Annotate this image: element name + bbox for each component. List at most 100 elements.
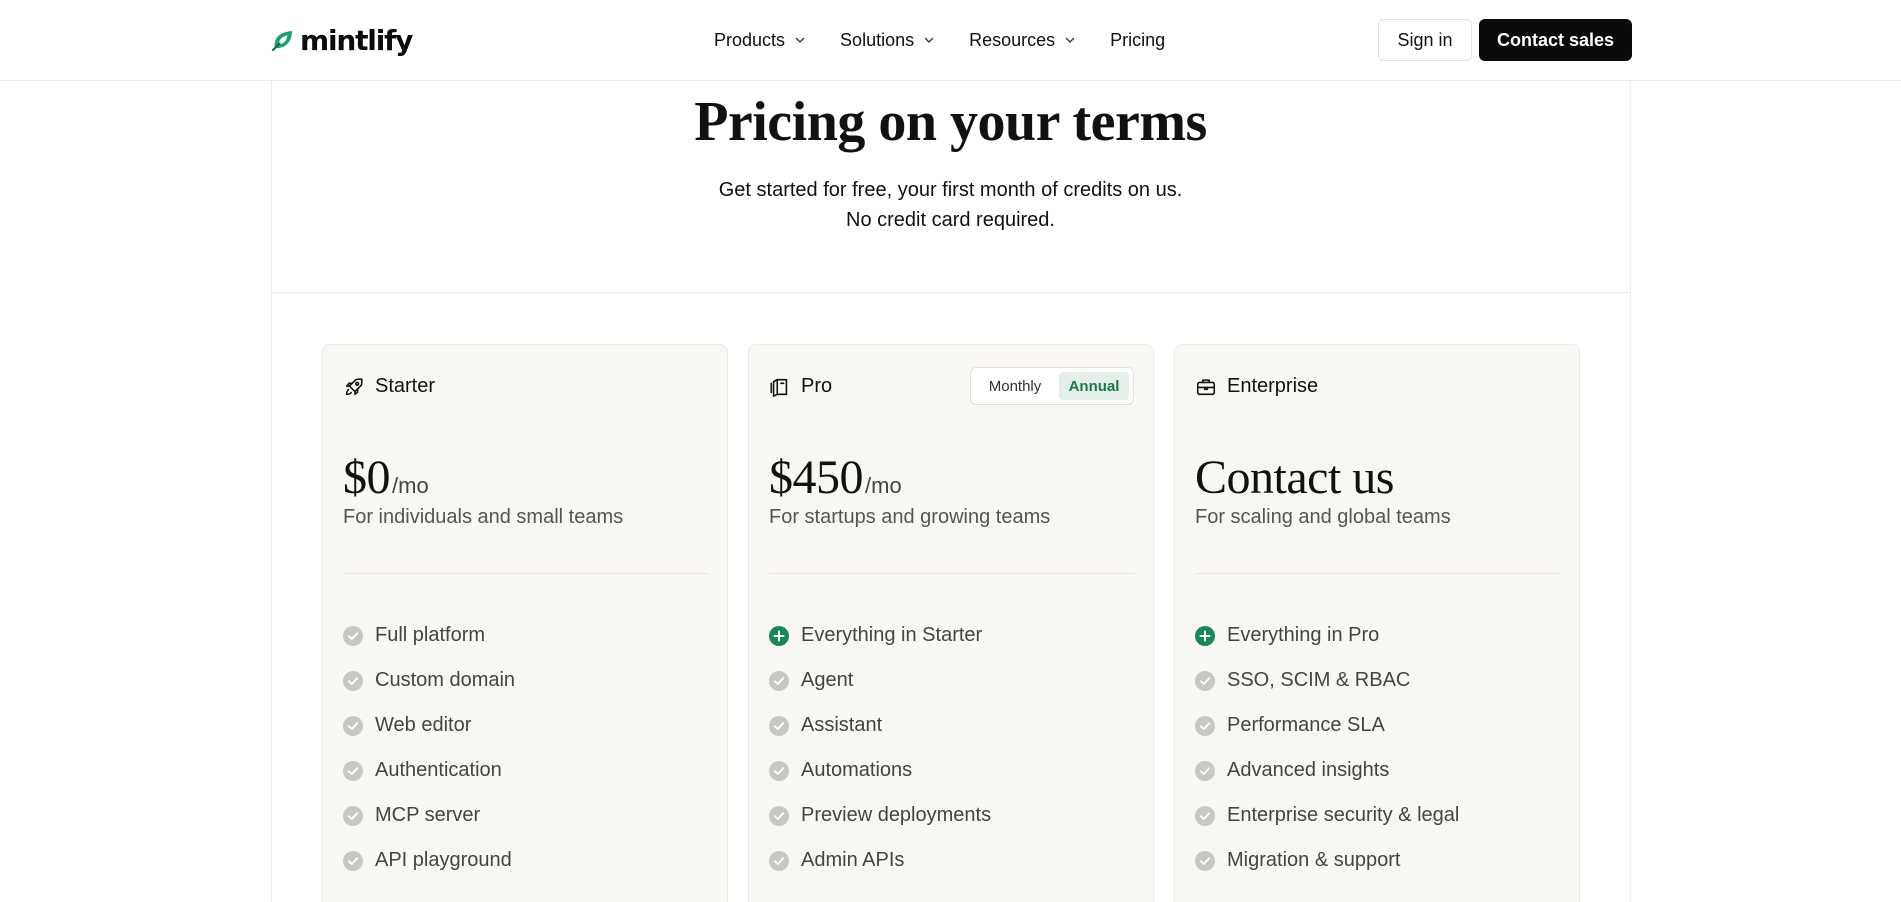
contact-sales-button[interactable]: Contact sales xyxy=(1479,19,1632,61)
feature-text: MCP server xyxy=(375,804,481,826)
chevron-down-icon xyxy=(795,37,805,43)
card-divider xyxy=(343,573,709,574)
billing-monthly-option[interactable]: Monthly xyxy=(975,372,1055,400)
price-amount: Contact us xyxy=(1195,451,1394,504)
feature-item: API playground xyxy=(343,838,515,883)
feature-item: Advanced insights xyxy=(1195,748,1459,793)
check-icon xyxy=(343,850,363,871)
billing-annual-option[interactable]: Annual xyxy=(1059,372,1129,400)
nav-pricing-label: Pricing xyxy=(1110,29,1166,50)
check-icon xyxy=(1195,805,1215,826)
feature-item: Full platform xyxy=(343,613,515,658)
mintlify-logo[interactable]: mintlify xyxy=(270,22,413,58)
feature-item: MCP server xyxy=(343,793,515,838)
plan-price: Contact us xyxy=(1195,450,1396,505)
nav-solutions-label: Solutions xyxy=(840,29,915,50)
feature-item: Migration & support xyxy=(1195,838,1459,883)
plan-header: Starter xyxy=(343,375,435,398)
feature-text: Performance SLA xyxy=(1227,714,1385,736)
briefcase-icon xyxy=(1196,378,1216,395)
feature-text: Custom domain xyxy=(375,669,516,691)
check-icon xyxy=(343,670,363,691)
feature-item: SSO, SCIM & RBAC xyxy=(1195,658,1459,703)
plan-header: Pro xyxy=(769,375,832,398)
check-icon xyxy=(1195,670,1215,691)
nav-products[interactable]: Products xyxy=(714,30,806,51)
mintlify-leaf-icon xyxy=(271,31,292,52)
nav-pricing[interactable]: Pricing xyxy=(1110,30,1165,51)
price-unit: /mo xyxy=(392,473,429,498)
book-icon xyxy=(770,378,788,397)
feature-text: Everything in Starter xyxy=(801,624,983,646)
feature-text: Full platform xyxy=(375,624,486,646)
page-title: Pricing on your terms xyxy=(694,91,1207,153)
check-icon xyxy=(343,625,363,646)
card-divider xyxy=(1195,573,1561,574)
sign-in-button[interactable]: Sign in xyxy=(1378,19,1472,61)
feature-text: Preview deployments xyxy=(801,804,992,826)
check-icon xyxy=(343,760,363,781)
feature-text: Assistant xyxy=(801,714,883,736)
check-icon xyxy=(769,670,789,691)
check-icon xyxy=(343,805,363,826)
check-icon xyxy=(769,805,789,826)
feature-item: Everything in Pro xyxy=(1195,613,1459,658)
feature-text: API playground xyxy=(375,849,512,871)
rocket-icon xyxy=(345,377,363,395)
feature-item: Agent xyxy=(769,658,991,703)
plan-description: For startups and growing teams xyxy=(769,506,1051,528)
feature-text: Authentication xyxy=(375,759,502,781)
plan-price: $0 /mo xyxy=(343,450,429,505)
price-amount: $0 xyxy=(343,451,391,504)
billing-toggle: Monthly Annual xyxy=(970,367,1134,405)
subtitle-line-1: Get started for free, your first month o… xyxy=(718,179,1183,201)
nav-resources-label: Resources xyxy=(969,29,1056,50)
plan-card-starter: Starter $0 /mo For individuals and small… xyxy=(322,344,728,902)
nav-solutions[interactable]: Solutions xyxy=(840,30,935,51)
plan-description: For individuals and small teams xyxy=(343,506,624,528)
plus-icon xyxy=(769,625,789,646)
main-nav: Products Solutions Resources Pricing xyxy=(714,26,1165,54)
feature-item: Admin APIs xyxy=(769,838,991,883)
subtitle-line-2: No credit card required. xyxy=(846,209,1055,231)
feature-item: Custom domain xyxy=(343,658,515,703)
feature-text: Agent xyxy=(801,669,854,691)
feature-item: Preview deployments xyxy=(769,793,991,838)
nav-products-label: Products xyxy=(714,29,786,50)
page-subtitle: Get started for free, your first month o… xyxy=(0,175,1901,235)
price-unit: /mo xyxy=(865,473,902,498)
feature-text: Automations xyxy=(801,759,913,781)
feature-item: Automations xyxy=(769,748,991,793)
check-icon xyxy=(1195,715,1215,736)
feature-item: Assistant xyxy=(769,703,991,748)
plan-card-enterprise: Enterprise Contact us For scaling and gl… xyxy=(1174,344,1580,902)
feature-text: SSO, SCIM & RBAC xyxy=(1227,669,1411,691)
feature-list: Everything in Starter Agent Assistant Au… xyxy=(769,613,991,883)
chevron-down-icon xyxy=(1065,37,1075,43)
feature-item: Performance SLA xyxy=(1195,703,1459,748)
plan-header: Enterprise xyxy=(1195,375,1318,398)
feature-list: Everything in Pro SSO, SCIM & RBAC Perfo… xyxy=(1195,613,1459,883)
site-header: mintlify Products Solutions Resources Pr… xyxy=(0,0,1901,81)
feature-text: Everything in Pro xyxy=(1227,624,1380,646)
feature-item: Enterprise security & legal xyxy=(1195,793,1459,838)
plan-card-pro: Pro Monthly Annual $450 /mo For startups… xyxy=(748,344,1154,902)
plan-name: Enterprise xyxy=(1227,375,1319,397)
plan-name: Starter xyxy=(375,375,436,397)
feature-text: Enterprise security & legal xyxy=(1227,804,1460,826)
feature-item: Authentication xyxy=(343,748,515,793)
nav-resources[interactable]: Resources xyxy=(969,30,1076,51)
brand-name: mintlify xyxy=(300,23,413,57)
feature-item: Everything in Starter xyxy=(769,613,991,658)
plan-description: For scaling and global teams xyxy=(1195,506,1451,528)
check-icon xyxy=(1195,850,1215,871)
plan-name: Pro xyxy=(801,375,833,397)
price-amount: $450 xyxy=(769,451,864,504)
plan-price: $450 /mo xyxy=(769,450,902,505)
check-icon xyxy=(769,760,789,781)
feature-text: Advanced insights xyxy=(1227,759,1390,781)
feature-item: Web editor xyxy=(343,703,515,748)
feature-text: Web editor xyxy=(375,714,472,736)
check-icon xyxy=(769,850,789,871)
feature-list: Full platform Custom domain Web editor A… xyxy=(343,613,515,883)
